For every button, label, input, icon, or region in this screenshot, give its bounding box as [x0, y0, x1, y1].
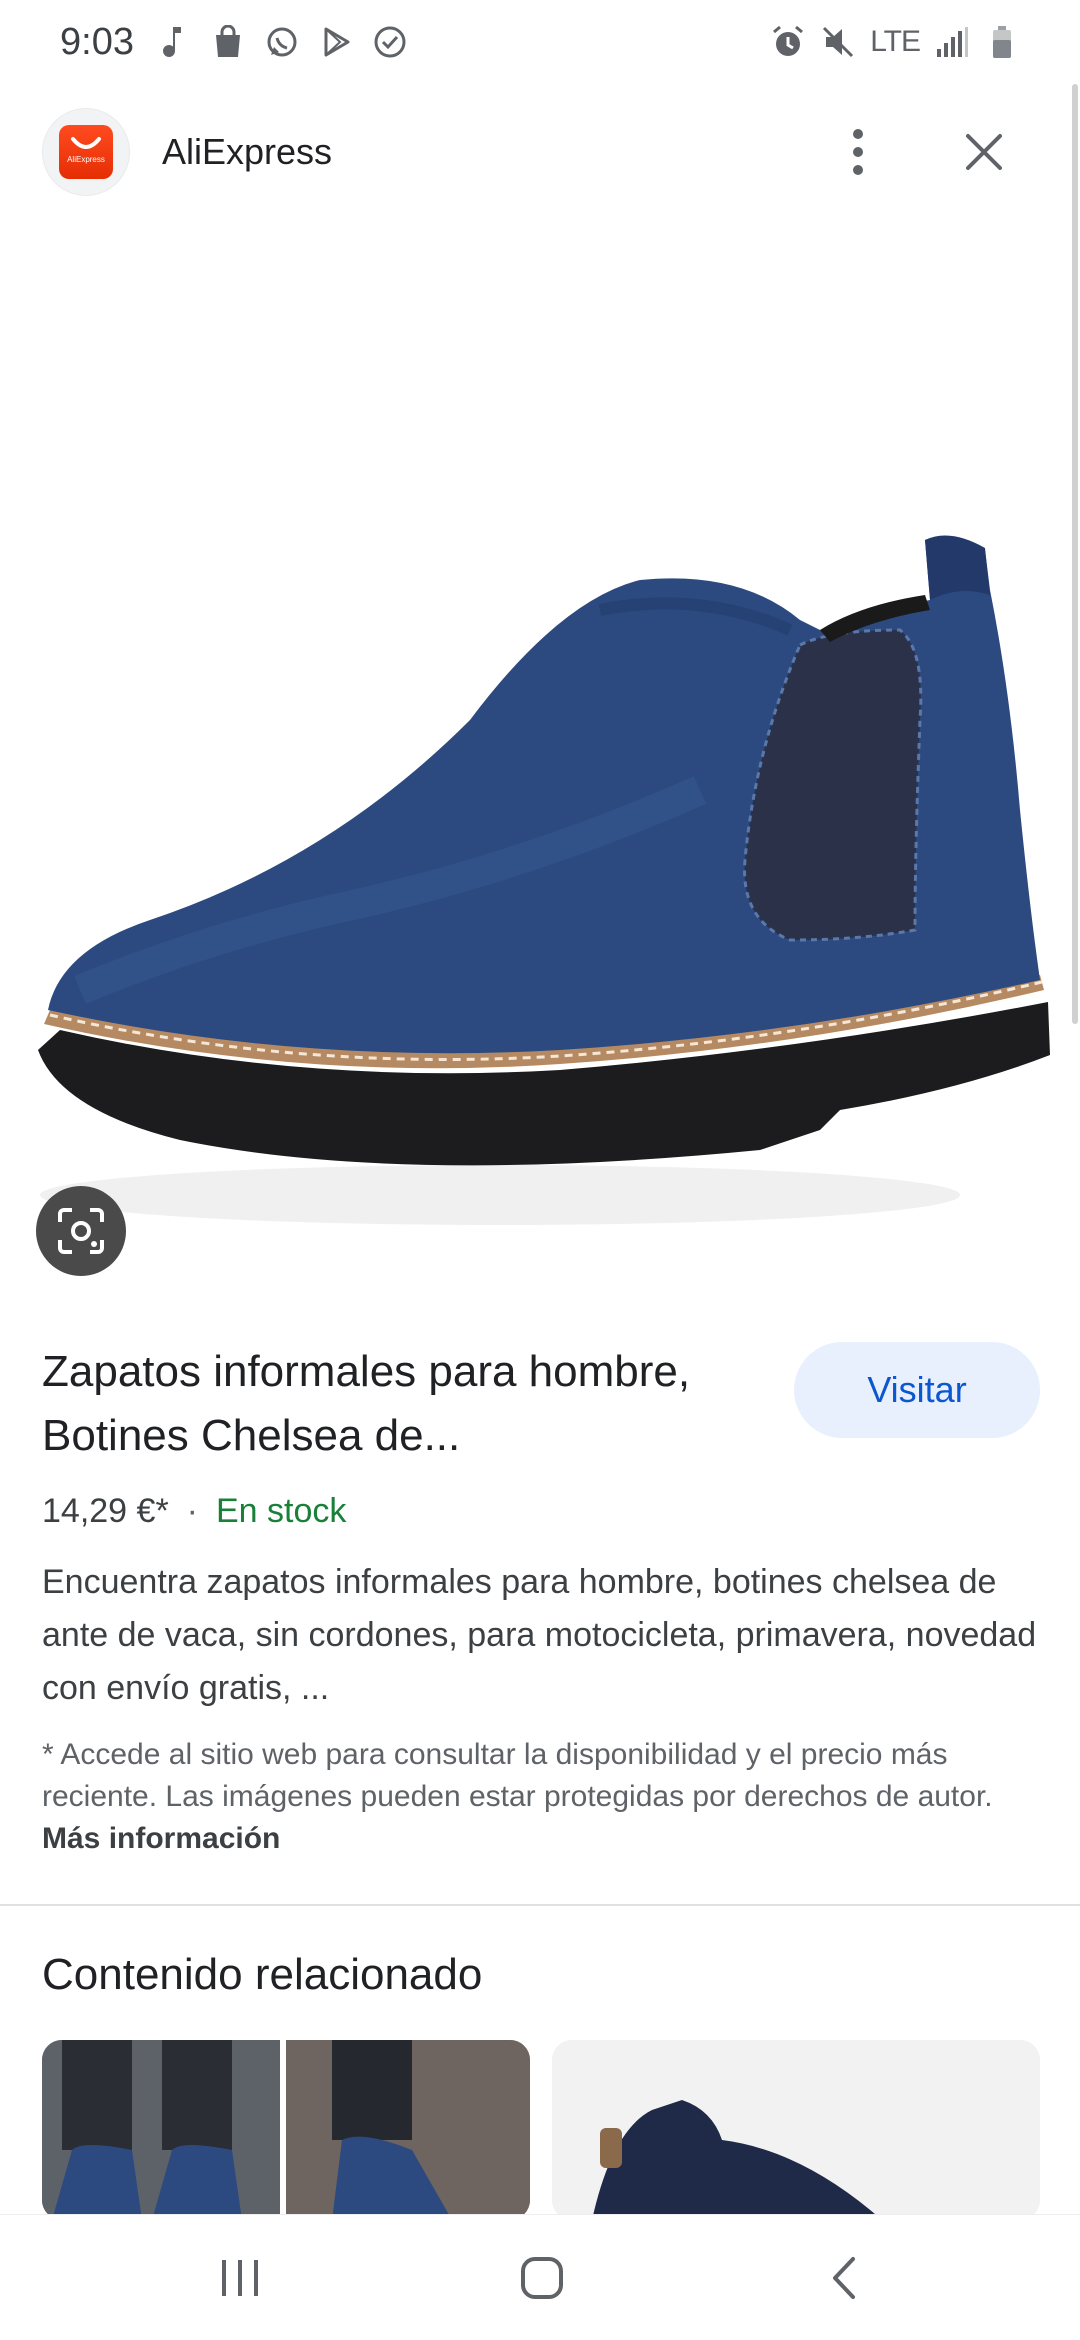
home-button[interactable] — [502, 2243, 582, 2313]
play-store-icon — [318, 24, 354, 60]
scrollbar[interactable] — [1072, 84, 1078, 1024]
network-type: LTE — [870, 25, 921, 58]
back-button[interactable] — [804, 2243, 884, 2313]
lens-icon — [58, 1208, 104, 1254]
close-icon — [966, 134, 1002, 170]
notification-icons — [156, 24, 408, 60]
app-logo[interactable]: AliExpress — [42, 108, 130, 196]
alarm-icon — [770, 24, 806, 60]
close-button[interactable] — [950, 118, 1018, 186]
status-bar: 9:03 LTE — [0, 0, 1080, 84]
music-note-icon — [156, 24, 192, 60]
related-image-boots-worn — [42, 2040, 530, 2220]
stock-status: En stock — [216, 1492, 347, 1530]
system-nav-bar — [0, 2214, 1080, 2340]
more-options-button[interactable] — [824, 118, 892, 186]
more-info-link[interactable]: Más información — [42, 1822, 280, 1855]
whatsapp-icon — [264, 24, 300, 60]
related-image-boot-product — [552, 2040, 1040, 2220]
product-description: Encuentra zapatos informales para hombre… — [42, 1563, 1037, 1707]
more-vert-icon — [853, 129, 863, 175]
visit-button[interactable]: Visitar — [794, 1342, 1040, 1438]
signal-icon — [934, 24, 970, 60]
related-card[interactable] — [552, 2040, 1040, 2220]
product-title[interactable]: Zapatos informales para hombre, Botines … — [42, 1340, 742, 1468]
price: 14,29 €* — [42, 1492, 169, 1530]
back-icon — [833, 2257, 855, 2299]
recents-button[interactable] — [200, 2243, 280, 2313]
google-lens-button[interactable] — [36, 1186, 126, 1276]
related-card[interactable] — [42, 2040, 530, 2220]
aliexpress-logo-icon: AliExpress — [59, 125, 113, 179]
disclaimer: * Accede al sitio web para consultar la … — [42, 1734, 1042, 1860]
separator-dot: · — [186, 1492, 198, 1530]
price-row: 14,29 €* · En stock — [42, 1492, 346, 1531]
related-content-title: Contenido relacionado — [42, 1950, 483, 1999]
section-divider — [0, 1904, 1080, 1906]
battery-icon — [984, 24, 1020, 60]
system-icons: LTE — [770, 24, 1020, 60]
check-circle-icon — [372, 24, 408, 60]
logo-text: AliExpress — [67, 155, 105, 164]
shopping-bag-icon — [210, 24, 246, 60]
chelsea-boot-image — [38, 535, 1050, 1225]
mute-icon — [820, 24, 856, 60]
recents-icon — [222, 2260, 258, 2296]
home-icon — [521, 2257, 563, 2299]
app-header: AliExpress AliExpress — [0, 100, 1080, 204]
disclaimer-text: * Accede al sitio web para consultar la … — [42, 1738, 993, 1813]
status-time: 9:03 — [60, 20, 134, 63]
app-title: AliExpress — [162, 131, 333, 172]
product-image[interactable] — [0, 250, 1080, 1260]
